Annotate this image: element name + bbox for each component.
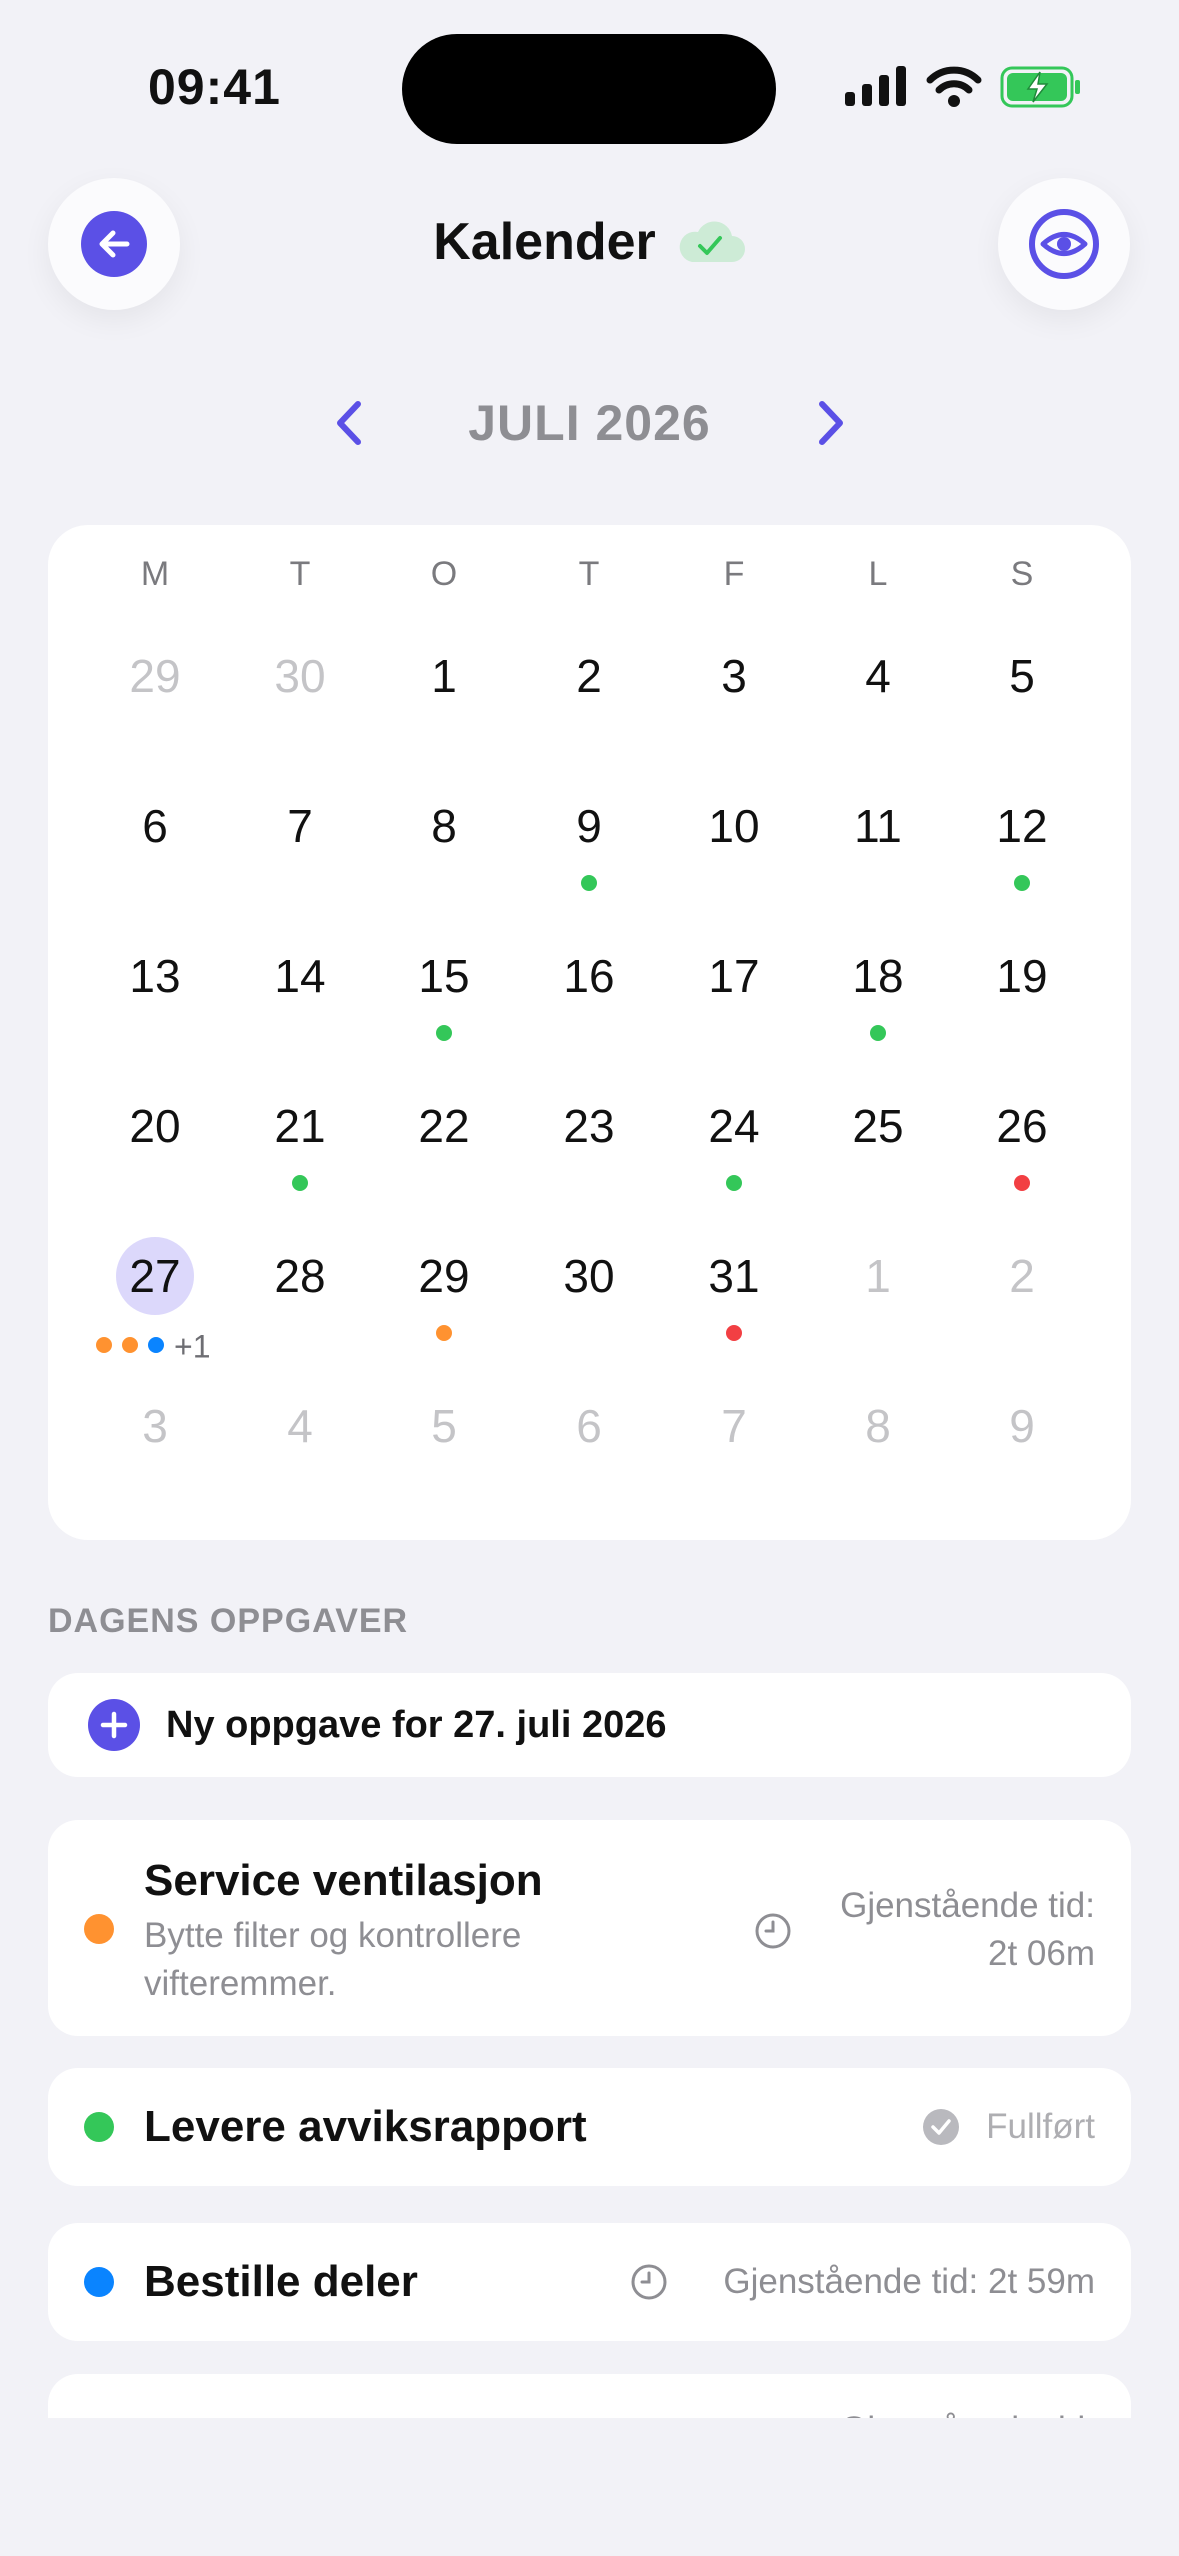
calendar-day[interactable]: 5 [384,1386,504,1466]
calendar-day[interactable]: 4 [818,636,938,716]
calendar-grid: M T O T F L S 29 30 1 2 3 4 5 6 7 8 9 10… [48,525,1131,1540]
clock-icon [755,1913,791,1949]
task-color-dot [84,2267,114,2297]
weekday-label: O [430,555,458,593]
event-dot [726,1175,742,1191]
event-dot [1014,1175,1030,1191]
calendar-day[interactable]: 21 [240,1086,360,1166]
calendar-day[interactable]: 24 [674,1086,794,1166]
calendar-day[interactable]: 29 [95,636,215,716]
task-card[interactable]: Levere avviksrapport Fullført [48,2068,1131,2186]
more-events-count: +1 [174,1328,211,1365]
task-color-dot [84,1914,114,1944]
calendar-day[interactable]: 10 [674,786,794,866]
calendar-day[interactable]: 28 [240,1236,360,1316]
calendar-day[interactable]: 19 [962,936,1082,1016]
calendar-day[interactable]: 29 [384,1236,504,1316]
calendar-day[interactable]: 11 [818,786,938,866]
event-dot [292,1175,308,1191]
event-dot [726,1325,742,1341]
weekday-label: T [578,555,600,593]
calendar-day[interactable]: 5 [962,636,1082,716]
page-title: Kalender [433,213,656,271]
calendar-day[interactable]: 30 [529,1236,649,1316]
plus-icon [88,1699,140,1751]
new-task-button[interactable]: Ny oppgave for 27. juli 2026 [48,1673,1131,1777]
calendar-day[interactable]: 16 [529,936,649,1016]
calendar-day[interactable]: 1 [384,636,504,716]
calendar-day[interactable]: 8 [818,1386,938,1466]
status-time: 09:41 [148,59,281,115]
weekday-label: L [868,555,888,593]
calendar-day[interactable]: 18 [818,936,938,1016]
task-card[interactable]: Bestille deler Gjenstående tid: 2t 59m [48,2223,1131,2341]
new-task-label: Ny oppgave for 27. juli 2026 [166,1704,667,1746]
task-remaining-time: Gjenstående tid: 2t 59m [723,2262,1095,2301]
calendar-day[interactable]: 30 [240,636,360,716]
calendar-day[interactable]: 7 [674,1386,794,1466]
section-title: DAGENS OPPGAVER [48,1602,409,1640]
calendar-day[interactable]: 8 [384,786,504,866]
event-dot [96,1337,112,1353]
event-dot [581,875,597,891]
calendar-day[interactable]: 12 [962,786,1082,866]
cloud-synced-icon [679,221,745,262]
dynamic-island [402,34,776,144]
calendar-day[interactable]: 26 [962,1086,1082,1166]
task-color-dot [84,2112,114,2142]
calendar-day[interactable]: 31 [674,1236,794,1316]
event-dot [122,1337,138,1353]
calendar-day[interactable]: 25 [818,1086,938,1166]
calendar-day[interactable]: 6 [95,786,215,866]
calendar-day[interactable]: 17 [674,936,794,1016]
calendar-day-today[interactable]: 27 [116,1237,194,1315]
calendar-day[interactable]: 23 [529,1086,649,1166]
calendar-day[interactable]: 7 [240,786,360,866]
event-dot [436,1325,452,1341]
eye-icon [1029,209,1099,279]
event-dot [148,1337,164,1353]
calendar-day[interactable]: 22 [384,1086,504,1166]
scroll-clip [0,2418,1179,2556]
weekday-label: M [140,555,170,593]
cellular-signal-icon [845,66,906,106]
weekday-label: F [723,555,745,593]
calendar-day[interactable]: 4 [240,1386,360,1466]
task-title: Levere avviksrapport [144,2102,587,2151]
task-title: Service ventilasjon [144,1856,543,1905]
calendar-day[interactable]: 2 [529,636,649,716]
event-dot [436,1025,452,1041]
calendar-day[interactable]: 3 [674,636,794,716]
task-status: Fullført [986,2107,1095,2146]
task-card[interactable]: Service ventilasjon Bytte filter og kont… [48,1820,1131,2036]
event-dot [870,1025,886,1041]
event-dot [1014,875,1030,891]
calendar-day[interactable]: 1 [818,1236,938,1316]
remaining-label: Gjenstående tid: [840,1886,1095,1925]
battery-charging-icon [1000,66,1080,108]
calendar-day[interactable]: 2 [962,1236,1082,1316]
calendar-day[interactable]: 9 [962,1386,1082,1466]
calendar-day[interactable]: 3 [95,1386,215,1466]
visibility-button[interactable] [998,178,1130,310]
task-title: Bestille deler [144,2257,418,2306]
task-remaining-time: Gjenstående tid: 2t 06m [840,1882,1095,1978]
checkmark-circle-icon [923,2109,959,2145]
calendar-day[interactable]: 6 [529,1386,649,1466]
next-month-chevron-icon[interactable] [810,398,850,448]
calendar-day[interactable]: 20 [95,1086,215,1166]
wifi-icon [926,66,982,107]
calendar-day[interactable]: 13 [95,936,215,1016]
month-label: JULI 2026 [468,395,711,451]
weekday-label: S [1010,555,1034,593]
calendar-day[interactable]: 9 [529,786,649,866]
task-subtitle: Bytte filter og kontrollere vifteremmer. [144,1916,522,2003]
calendar-day[interactable]: 15 [384,936,504,1016]
remaining-value: 2t 06m [988,1934,1095,1973]
calendar-day[interactable]: 14 [240,936,360,1016]
clock-icon [631,2264,667,2300]
weekday-label: T [289,555,311,593]
